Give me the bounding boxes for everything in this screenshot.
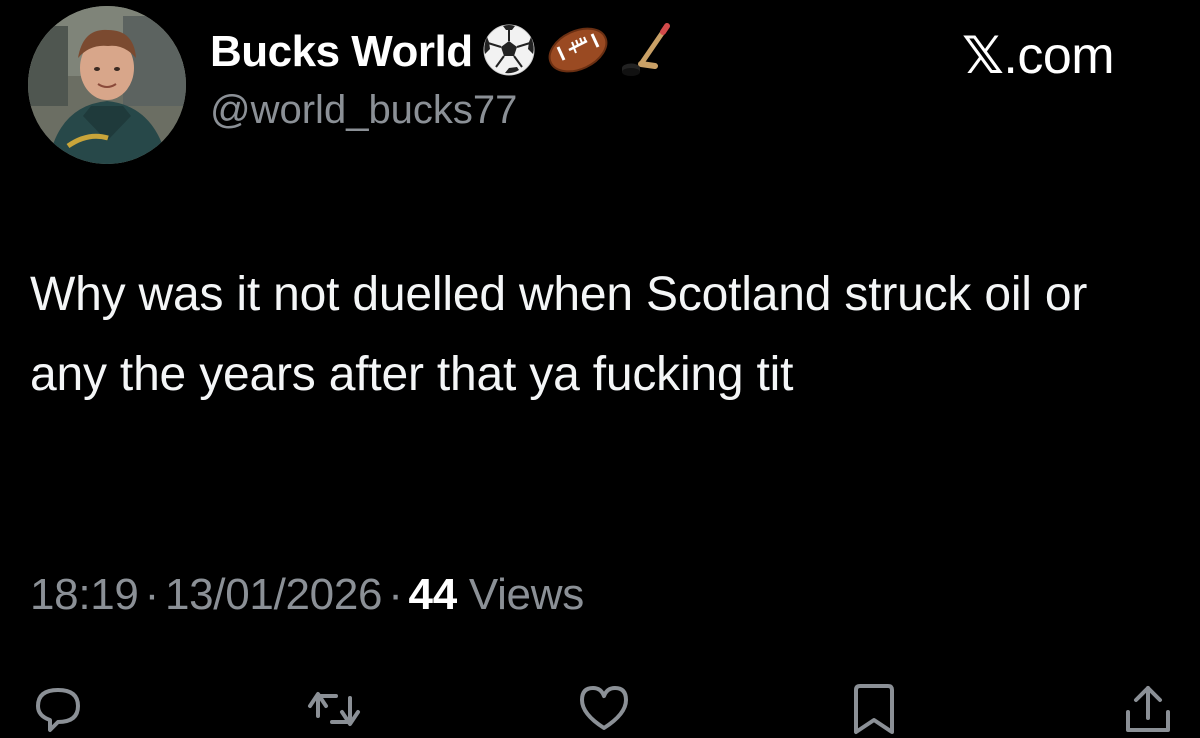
avatar[interactable] [28, 6, 186, 164]
user-handle[interactable]: @world_bucks77 [210, 88, 517, 133]
bookmark-icon[interactable] [846, 682, 902, 738]
tweet-meta: 18:19 · 13/01/2026 · 44 Views [30, 570, 584, 620]
soccer-ball-icon [481, 22, 537, 83]
share-icon[interactable] [1120, 682, 1176, 738]
american-football-icon [545, 22, 611, 83]
x-logo-icon: 𝕏 [962, 26, 1004, 86]
hockey-stick-icon [619, 22, 675, 83]
meta-separator: · [388, 570, 403, 619]
views-count: 44 [408, 570, 458, 619]
meta-separator: · [144, 570, 160, 619]
tweet-text: Why was it not duelled when Scotland str… [30, 268, 1088, 401]
brand-domain-suffix: .com [1003, 27, 1115, 85]
retweet-icon[interactable] [306, 682, 362, 738]
display-name[interactable]: Bucks World [210, 27, 473, 77]
tweet-date[interactable]: 13/01/2026 [165, 570, 383, 619]
reply-icon[interactable] [30, 682, 86, 738]
name-row: Bucks World [210, 22, 675, 82]
views-label: Views [468, 570, 584, 619]
tweet-time[interactable]: 18:19 [30, 570, 139, 619]
brand-domain: 𝕏 .com [962, 26, 1115, 86]
like-icon[interactable] [576, 682, 632, 738]
